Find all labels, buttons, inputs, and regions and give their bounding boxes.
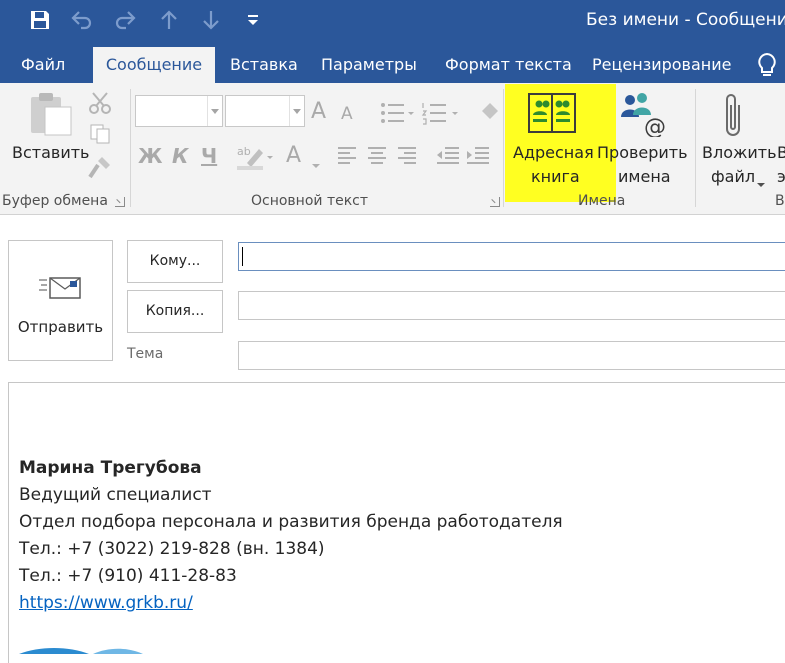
group-label-clipboard: Буфер обмена xyxy=(2,193,108,209)
svg-text:ab: ab xyxy=(237,145,251,158)
check-names-label-1[interactable]: Проверить xyxy=(597,143,688,162)
signature-phone-work: Тел.: +7 (3022) 219-828 (вн. 1384) xyxy=(19,539,325,559)
paste-icon[interactable] xyxy=(27,91,75,141)
tab-insert[interactable]: Вставка xyxy=(230,44,298,83)
format-painter-icon[interactable] xyxy=(88,155,112,183)
customize-icon[interactable] xyxy=(239,6,267,34)
address-book-icon[interactable] xyxy=(528,93,576,137)
subject-field[interactable] xyxy=(238,341,785,370)
bold-button[interactable]: Ж xyxy=(138,144,162,168)
highlight-color-icon[interactable]: ab xyxy=(235,143,277,175)
basic-text-launcher-icon[interactable] xyxy=(490,197,500,207)
font-color-dropdown-icon[interactable] xyxy=(311,155,321,174)
group-separator xyxy=(503,89,504,207)
to-field[interactable] xyxy=(238,242,785,271)
up-icon[interactable] xyxy=(155,6,183,34)
ribbon: Вставить Буфер обмена A A Ж К Ч ab A Осн… xyxy=(0,83,785,215)
tab-message[interactable]: Сообщение xyxy=(93,47,215,83)
group-label-basic-text: Основной текст xyxy=(251,193,369,209)
signature-link[interactable]: https://www.grkb.ru/ xyxy=(19,593,193,613)
signature-logo xyxy=(19,639,159,654)
shrink-font-button[interactable]: A xyxy=(341,104,353,124)
signature-position: Ведущий специалист xyxy=(19,485,212,505)
title-bar: Без имени - Сообщение xyxy=(0,0,785,44)
group-separator xyxy=(130,89,131,207)
align-left-icon[interactable] xyxy=(337,145,357,171)
copy-icon[interactable] xyxy=(89,123,111,149)
undo-icon[interactable] xyxy=(68,6,96,34)
cc-field[interactable] xyxy=(238,291,785,320)
italic-button[interactable]: К xyxy=(172,144,188,168)
text-caret xyxy=(242,247,243,266)
tab-file[interactable]: Файл xyxy=(21,44,65,83)
svg-text:@: @ xyxy=(644,115,666,137)
grow-font-button[interactable]: A xyxy=(311,99,326,124)
save-icon[interactable] xyxy=(26,6,54,34)
signature-phone-mobile: Тел.: +7 (910) 411-28-83 xyxy=(19,566,237,586)
group-label-names: Имена xyxy=(578,193,626,209)
signature-name: Марина Трегубова xyxy=(19,458,202,478)
signature-department: Отдел подбора персонала и развития бренд… xyxy=(19,512,563,532)
align-center-icon[interactable] xyxy=(367,145,387,171)
ribbon-tabs: Файл Сообщение Вставка Параметры Формат … xyxy=(0,44,785,83)
down-icon[interactable] xyxy=(197,6,225,34)
to-button[interactable]: Кому... xyxy=(127,240,223,283)
redo-icon[interactable] xyxy=(111,6,139,34)
font-color-button[interactable]: A xyxy=(286,143,301,168)
tab-format-text[interactable]: Формат текста xyxy=(445,44,572,83)
font-size-combo[interactable] xyxy=(225,95,305,127)
attach-file-label-1[interactable]: Вложить xyxy=(702,143,777,162)
attach-dropdown-icon[interactable] xyxy=(756,174,766,193)
paperclip-icon[interactable] xyxy=(723,91,747,143)
tab-options[interactable]: Параметры xyxy=(321,44,417,83)
lightbulb-icon[interactable] xyxy=(756,52,778,76)
chevron-down-icon[interactable] xyxy=(289,96,304,126)
group-separator xyxy=(695,89,696,207)
increase-indent-icon[interactable] xyxy=(466,145,490,171)
decrease-indent-icon[interactable] xyxy=(436,145,460,171)
tab-review[interactable]: Рецензирование xyxy=(592,44,731,83)
next-item-label-1[interactable]: В xyxy=(777,143,785,162)
cut-icon[interactable] xyxy=(88,91,112,119)
window-title: Без имени - Сообщение xyxy=(586,10,785,30)
compose-area: Отправить Кому... Копия... Тема Марина Т… xyxy=(0,215,785,663)
chevron-down-icon[interactable] xyxy=(207,96,222,126)
next-item-label-2[interactable]: э xyxy=(777,167,785,186)
address-book-label-2[interactable]: книга xyxy=(531,167,580,186)
numbering-icon[interactable] xyxy=(421,101,461,129)
cc-button[interactable]: Копия... xyxy=(127,290,223,333)
clear-format-icon[interactable] xyxy=(478,101,500,127)
send-label: Отправить xyxy=(17,318,104,336)
paste-label[interactable]: Вставить xyxy=(12,143,89,162)
align-right-icon[interactable] xyxy=(397,145,417,171)
send-envelope-icon xyxy=(39,277,83,305)
check-names-label-2[interactable]: имена xyxy=(618,167,671,186)
underline-button[interactable]: Ч xyxy=(201,144,217,168)
attach-file-label-2[interactable]: файл xyxy=(711,167,755,186)
address-book-label-1[interactable]: Адресная xyxy=(513,143,594,162)
send-button[interactable]: Отправить xyxy=(8,240,113,361)
group-label-include: В xyxy=(775,193,785,209)
bullets-icon[interactable] xyxy=(380,101,416,129)
font-name-combo[interactable] xyxy=(135,95,223,127)
clipboard-launcher-icon[interactable] xyxy=(115,197,125,207)
check-names-icon[interactable]: @ xyxy=(620,91,668,141)
subject-label: Тема xyxy=(127,346,164,362)
